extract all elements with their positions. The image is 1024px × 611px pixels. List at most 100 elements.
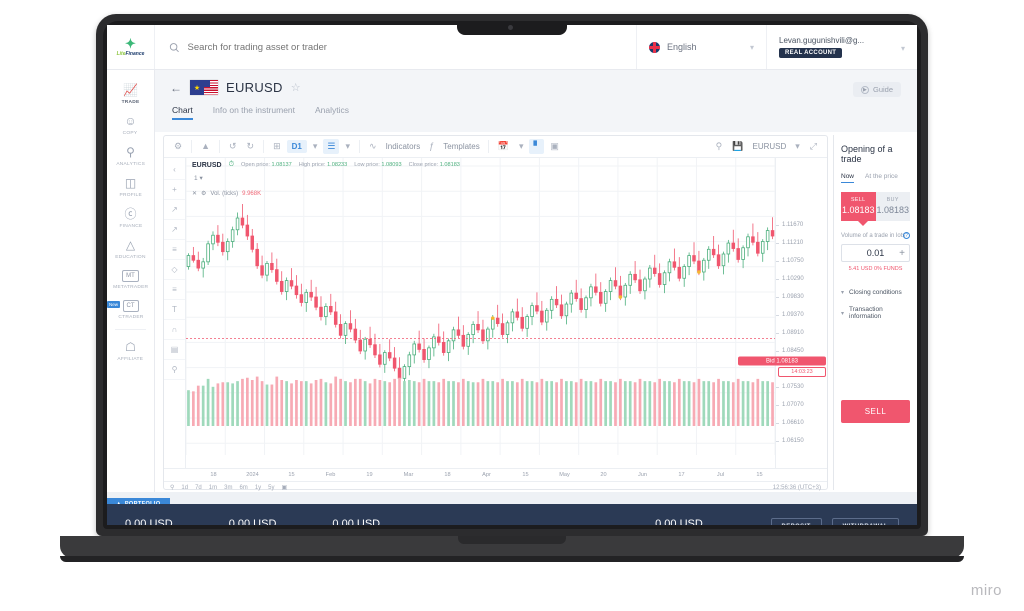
transaction-information-section[interactable]: ▾ Transaction information xyxy=(841,301,910,325)
chart-toolbar: ⚙ ▲ ↺ ↻ ⊞ D1 ▾ ☰ ▾ ∿ Indicators ƒ Templa… xyxy=(164,136,827,158)
sidebar-item-finance[interactable]: ⓒ FINANCE xyxy=(107,202,154,233)
price-tick xyxy=(776,296,779,298)
instrument-symbol: EURUSD xyxy=(226,80,283,95)
timeframe-selector[interactable]: D1 xyxy=(286,140,307,153)
sidebar-item-ctrader[interactable]: New CT CTRADER xyxy=(107,294,154,324)
parallel-channel-icon[interactable]: ≡ xyxy=(164,240,185,260)
ohlc-low: Low price: 1.08093 xyxy=(354,162,401,168)
search-input[interactable] xyxy=(187,41,622,53)
sidebar-item-education[interactable]: △ EDUCATION xyxy=(107,233,154,264)
sidebar-item-metatrader[interactable]: MT METATRADER xyxy=(107,264,154,294)
submit-sell-button[interactable]: SELL xyxy=(841,400,910,423)
time-axis[interactable]: 18 2024 15 Feb 19 Mar 18 Apr 15 May 20 Jun 17 Jul 15 xyxy=(164,468,827,481)
ray-line-icon[interactable]: ↗ xyxy=(164,220,185,240)
chevron-down-icon[interactable]: ▾ xyxy=(515,139,528,154)
chart-style-icon[interactable]: ▘ xyxy=(529,139,545,154)
increment-volume-icon[interactable]: + xyxy=(899,248,905,259)
range-1d[interactable]: 1d xyxy=(181,485,188,491)
ohlc-low-value: 1.08093 xyxy=(381,162,402,168)
play-circle-icon: ▶ xyxy=(860,85,869,94)
tab-info-on-the-instrument[interactable]: Info on the instrument xyxy=(213,105,295,120)
laptop-screen: ✦ LiteFinance English ▾ Levan.guguni xyxy=(107,25,917,525)
tab-at-the-price[interactable]: At the price xyxy=(865,173,898,183)
guide-button[interactable]: ▶ Guide xyxy=(852,82,901,97)
snapshot-camera-icon[interactable]: ▣ xyxy=(546,139,563,154)
closing-conditions-section[interactable]: ▾ Closing conditions xyxy=(841,284,910,301)
tab-chart[interactable]: Chart xyxy=(172,105,193,120)
measure-icon[interactable]: ▤ xyxy=(164,340,185,360)
language-selector[interactable]: English ▾ xyxy=(637,25,767,69)
templates-icon[interactable]: ƒ xyxy=(425,139,438,154)
save-disk-icon[interactable]: 💾 xyxy=(728,139,747,154)
collapse-chevron-icon[interactable]: ▲ xyxy=(197,139,214,154)
arc-magnet-icon[interactable]: ∩ xyxy=(164,320,185,340)
ohlc-symbol: EURUSD xyxy=(192,161,222,169)
price-axis[interactable]: 1.11670 1.11210 1.10750 1.10290 1.09830 1.093… xyxy=(738,158,827,468)
calendar-icon[interactable]: 📅 xyxy=(494,139,513,154)
templates-button[interactable]: Templates xyxy=(440,142,482,151)
time-tick-label: Jul xyxy=(716,472,725,478)
trendline-icon[interactable]: ↗ xyxy=(164,200,185,220)
withdrawal-button[interactable]: WITHDRAWAL xyxy=(831,518,899,525)
tab-now[interactable]: Now xyxy=(841,173,855,183)
add-instrument-icon[interactable]: ⊞ xyxy=(269,139,285,154)
date-range-picker-icon[interactable]: ▣ xyxy=(282,484,288,491)
fibonacci-retracement-icon[interactable]: ≡ xyxy=(164,280,185,300)
zoom-tool-icon[interactable]: ⚲ xyxy=(164,360,185,380)
remove-indicator-icon[interactable]: ✕ xyxy=(192,190,197,197)
toolbar-divider xyxy=(487,140,489,153)
time-tick-label: 15 xyxy=(522,472,529,478)
price-plot xyxy=(186,158,775,455)
crosshair-icon[interactable]: + xyxy=(164,180,185,200)
chart-canvas[interactable]: EURUSD ⏱ Open price: 1.08137 High price:… xyxy=(186,158,775,468)
range-1y[interactable]: 1y xyxy=(255,485,261,491)
chart-settings-gear-icon[interactable]: ⚙ xyxy=(170,139,186,154)
range-7d[interactable]: 7d xyxy=(195,485,202,491)
litefinance-logo[interactable]: ✦ LiteFinance xyxy=(107,25,155,69)
bid-price-tag: Bid 1.08183 xyxy=(738,356,826,366)
multiplier-value: 1 xyxy=(194,175,198,182)
indicators-button[interactable]: Indicators xyxy=(383,142,424,151)
candle-type-icon[interactable]: ☰ xyxy=(323,139,340,154)
redo-icon[interactable]: ↻ xyxy=(243,139,259,154)
indicators-icon[interactable]: ∿ xyxy=(365,139,381,154)
collapse-left-icon[interactable]: ‹ xyxy=(164,160,185,180)
back-arrow-icon[interactable]: ← xyxy=(170,81,182,95)
indicator-settings-gear-icon[interactable]: ⚙ xyxy=(201,190,206,197)
sidebar-item-trade[interactable]: 📈 TRADE xyxy=(107,78,154,109)
range-1m[interactable]: 1m xyxy=(209,485,217,491)
instrument-header: ← ★ EURUSD ☆ ▶ Guide Chart Info on the i… xyxy=(155,70,917,132)
sell-quote-button[interactable]: SELL 1.08183 xyxy=(841,192,876,221)
sell-buy-row: SELL 1.08183 BUY 1.08183 xyxy=(841,192,910,226)
chevron-down-icon[interactable]: ▾ xyxy=(791,139,804,154)
shape-polygon-icon[interactable]: ◇ xyxy=(164,260,185,280)
help-circle-icon[interactable]: ? xyxy=(903,232,910,239)
tab-analytics[interactable]: Analytics xyxy=(315,105,349,120)
favorite-star-icon[interactable]: ☆ xyxy=(291,81,301,94)
zoom-out-icon[interactable]: ⚲ xyxy=(170,484,174,491)
range-6m[interactable]: 6m xyxy=(239,485,247,491)
range-5y[interactable]: 5y xyxy=(268,485,274,491)
price-tick xyxy=(776,386,779,388)
webcam-icon xyxy=(508,25,513,30)
chevron-down-icon[interactable]: ▾ xyxy=(341,139,354,154)
deposit-button[interactable]: DEPOSIT xyxy=(770,518,822,525)
text-tool-icon[interactable]: T xyxy=(164,300,185,320)
chevron-down-icon[interactable]: ▾ xyxy=(309,139,322,154)
sidebar-item-copy[interactable]: ☺ COPY xyxy=(107,109,154,140)
chart-search-icon[interactable]: ⚲ xyxy=(712,139,727,154)
sidebar-item-profile[interactable]: ◫ PROFILE xyxy=(107,171,154,202)
dollar-circle-icon: ⓒ xyxy=(124,207,137,221)
volume-field[interactable]: + xyxy=(841,244,910,262)
range-3m[interactable]: 3m xyxy=(224,485,232,491)
sidebar-item-affiliate[interactable]: ☖ AFFILIATE xyxy=(107,335,154,366)
multiplier-selector[interactable]: 1 ▾ xyxy=(194,174,203,182)
buy-quote-button[interactable]: BUY 1.08183 xyxy=(875,192,910,221)
account-menu[interactable]: Levan.gugunishvili@g... REAL ACCOUNT ▾ xyxy=(767,25,917,69)
saved-layout-name[interactable]: EURUSD xyxy=(749,142,789,151)
sidebar-item-analytics[interactable]: ⚲ ANALYTICS xyxy=(107,140,154,171)
undo-icon[interactable]: ↺ xyxy=(225,139,241,154)
ohlc-close: Close price: 1.08183 xyxy=(409,162,460,168)
laptop-foot xyxy=(60,556,964,562)
fullscreen-icon[interactable]: ⤢ xyxy=(806,139,821,154)
